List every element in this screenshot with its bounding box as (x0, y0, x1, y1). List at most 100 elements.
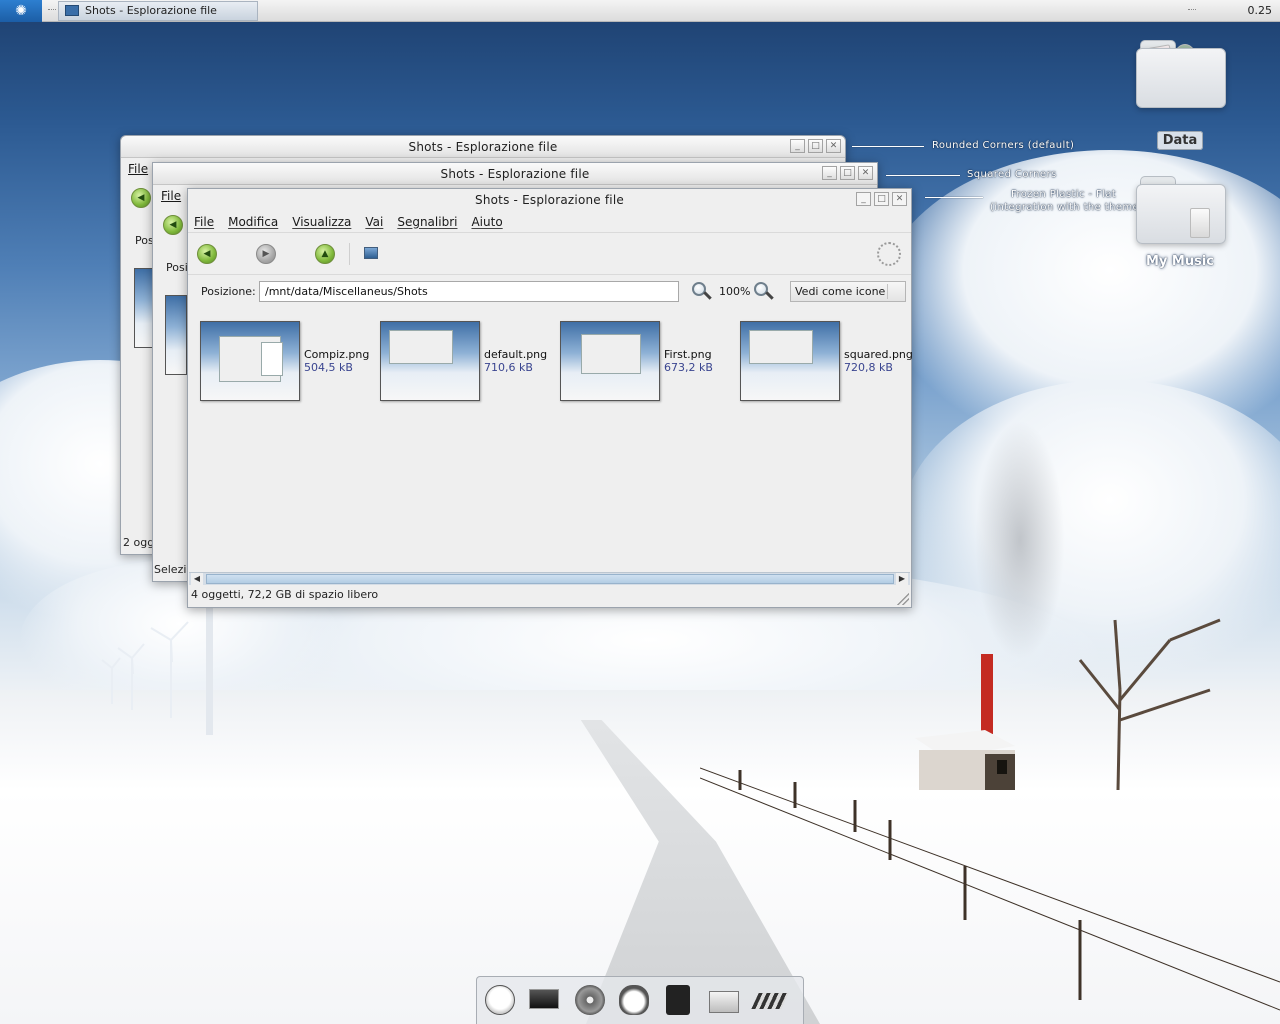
image-thumbnail (380, 321, 480, 401)
close-button[interactable]: ✕ (892, 192, 907, 206)
panel-grip[interactable] (1188, 9, 1196, 11)
window-titlebar[interactable]: Shots - Esplorazione file _ □ ✕ (121, 136, 845, 158)
windmill-tower (206, 600, 213, 735)
menu-aiuto[interactable]: Aiuto (471, 215, 502, 229)
clock[interactable]: 0.25 (1248, 4, 1273, 17)
minimize-button[interactable]: _ (822, 166, 837, 180)
menu-modifica[interactable]: Modifica (228, 215, 278, 229)
location-input[interactable] (259, 281, 679, 302)
menu-visualizza[interactable]: Visualizza (292, 215, 351, 229)
view-mode-select[interactable]: Vedi come icone (790, 281, 906, 302)
scrollbar-thumb[interactable] (206, 574, 894, 584)
window-title: Shots - Esplorazione file (408, 140, 558, 154)
minimize-button[interactable]: _ (790, 139, 805, 153)
file-item[interactable]: First.png 673,2 kB (550, 321, 730, 405)
file-size: 710,6 kB (484, 361, 533, 374)
smoke (975, 420, 1065, 660)
monitor-icon[interactable] (364, 247, 378, 259)
desktop-icon-label: Data (1130, 131, 1230, 150)
annotation-rounded-corners: Rounded Corners (default) (932, 140, 1075, 151)
window-titlebar[interactable]: Shots - Esplorazione file _ □ ✕ (188, 189, 911, 211)
menu-file[interactable]: File (194, 215, 214, 229)
annotation-squared-corners: Squared Corners (967, 169, 1057, 180)
windmills (101, 621, 189, 718)
back-arrow-icon[interactable]: ◀ (131, 188, 151, 208)
resize-grip-icon[interactable] (897, 593, 909, 605)
top-panel: ✺ Shots - Esplorazione file 0.25 (0, 0, 1280, 22)
up-arrow-icon[interactable]: ▲ (315, 244, 335, 264)
toolbar: ◀ ▶ ▲ (188, 233, 911, 275)
file-name: default.png (484, 348, 548, 361)
application-dock (476, 976, 804, 1024)
file-item[interactable]: squared.png 720,8 kB (730, 321, 913, 405)
file-size: 720,8 kB (844, 361, 893, 374)
file-name: Compiz.png (304, 348, 370, 361)
window-title: Shots - Esplorazione file (440, 167, 590, 181)
annotation-frozen-plastic: Frozen Plastic - Flat (1011, 189, 1117, 200)
file-name: First.png (664, 348, 712, 361)
minimize-button[interactable]: _ (856, 192, 871, 206)
ubuntu-logo-icon: ✺ (15, 2, 27, 19)
image-thumbnail (560, 321, 660, 401)
taskbar-window-button[interactable]: Shots - Esplorazione file (58, 0, 258, 21)
folder-music-icon (1136, 176, 1226, 248)
desktop-icon-my-music[interactable]: My Music (1130, 176, 1230, 270)
window-title: Shots - Esplorazione file (475, 193, 624, 207)
view-mode-value: Vedi come icone (795, 285, 886, 298)
file-manager-window-main[interactable]: Shots - Esplorazione file _ □ ✕ File Mod… (187, 188, 913, 608)
speaker-icon[interactable] (659, 983, 697, 1019)
zoom-level: 100% (719, 285, 751, 298)
activity-throbber-icon (877, 242, 901, 266)
annotation-line (852, 146, 924, 147)
menu-file[interactable]: File (161, 189, 181, 203)
printer-icon[interactable] (705, 983, 743, 1019)
menu-file[interactable]: File (128, 162, 148, 176)
monitor-icon (65, 5, 79, 16)
maximize-button[interactable]: □ (840, 166, 855, 180)
file-size: 673,2 kB (664, 361, 713, 374)
annotation-frozen-plastic-note: (integration with the theme) (990, 202, 1144, 213)
file-size: 504,5 kB (304, 361, 353, 374)
close-button[interactable]: ✕ (826, 139, 841, 153)
toolbar-separator (349, 243, 350, 265)
taskbar-window-title: Shots - Esplorazione file (85, 4, 217, 17)
annotation-line (886, 175, 960, 176)
file-icon-view[interactable]: Compiz.png 504,5 kB default.png 710,6 kB… (189, 316, 913, 572)
cow-icon[interactable] (481, 983, 519, 1019)
monitor-icon[interactable] (525, 983, 563, 1019)
penguin-icon[interactable] (615, 983, 653, 1019)
window-titlebar[interactable]: Shots - Esplorazione file _ □ ✕ (153, 163, 877, 185)
maximize-button[interactable]: □ (808, 139, 823, 153)
cd-burner-icon[interactable] (571, 983, 609, 1019)
image-thumbnail (200, 321, 300, 401)
desktop-icon-data[interactable]: Data (1130, 40, 1230, 152)
location-label: Posizione: (201, 285, 256, 298)
location-label: Posi (166, 261, 188, 274)
chess-board-icon[interactable] (751, 983, 789, 1019)
image-thumbnail (740, 321, 840, 401)
status-bar: 4 oggetti, 72,2 GB di spazio libero (189, 586, 910, 606)
zoom-out-icon[interactable] (692, 282, 712, 302)
scroll-right-arrow-icon[interactable]: ▶ (896, 573, 908, 585)
back-arrow-icon[interactable]: ◀ (197, 244, 217, 264)
menu-vai[interactable]: Vai (365, 215, 383, 229)
annotation-line (925, 197, 983, 198)
status-bar-text: 4 oggetti, 72,2 GB di spazio libero (191, 588, 379, 601)
horizontal-scrollbar[interactable]: ◀ ▶ (189, 572, 910, 585)
desktop-icon-label: My Music (1145, 254, 1215, 269)
forward-arrow-icon[interactable]: ▶ (256, 244, 276, 264)
location-label: Pos (135, 234, 154, 247)
file-name: squared.png (844, 348, 913, 361)
menu-segnalibri[interactable]: Segnalibri (397, 215, 457, 229)
menu-bar: File Modifica Visualizza Vai Segnalibri … (188, 211, 911, 233)
maximize-button[interactable]: □ (874, 192, 889, 206)
file-item[interactable]: Compiz.png 504,5 kB (190, 321, 370, 405)
file-thumbnail[interactable] (165, 295, 187, 375)
zoom-in-icon[interactable] (754, 282, 774, 302)
close-button[interactable]: ✕ (858, 166, 873, 180)
panel-grip[interactable] (48, 9, 56, 11)
file-item[interactable]: default.png 710,6 kB (370, 321, 550, 405)
back-arrow-icon[interactable]: ◀ (163, 215, 183, 235)
k-menu-button[interactable]: ✺ (0, 0, 42, 22)
scroll-left-arrow-icon[interactable]: ◀ (191, 573, 203, 585)
